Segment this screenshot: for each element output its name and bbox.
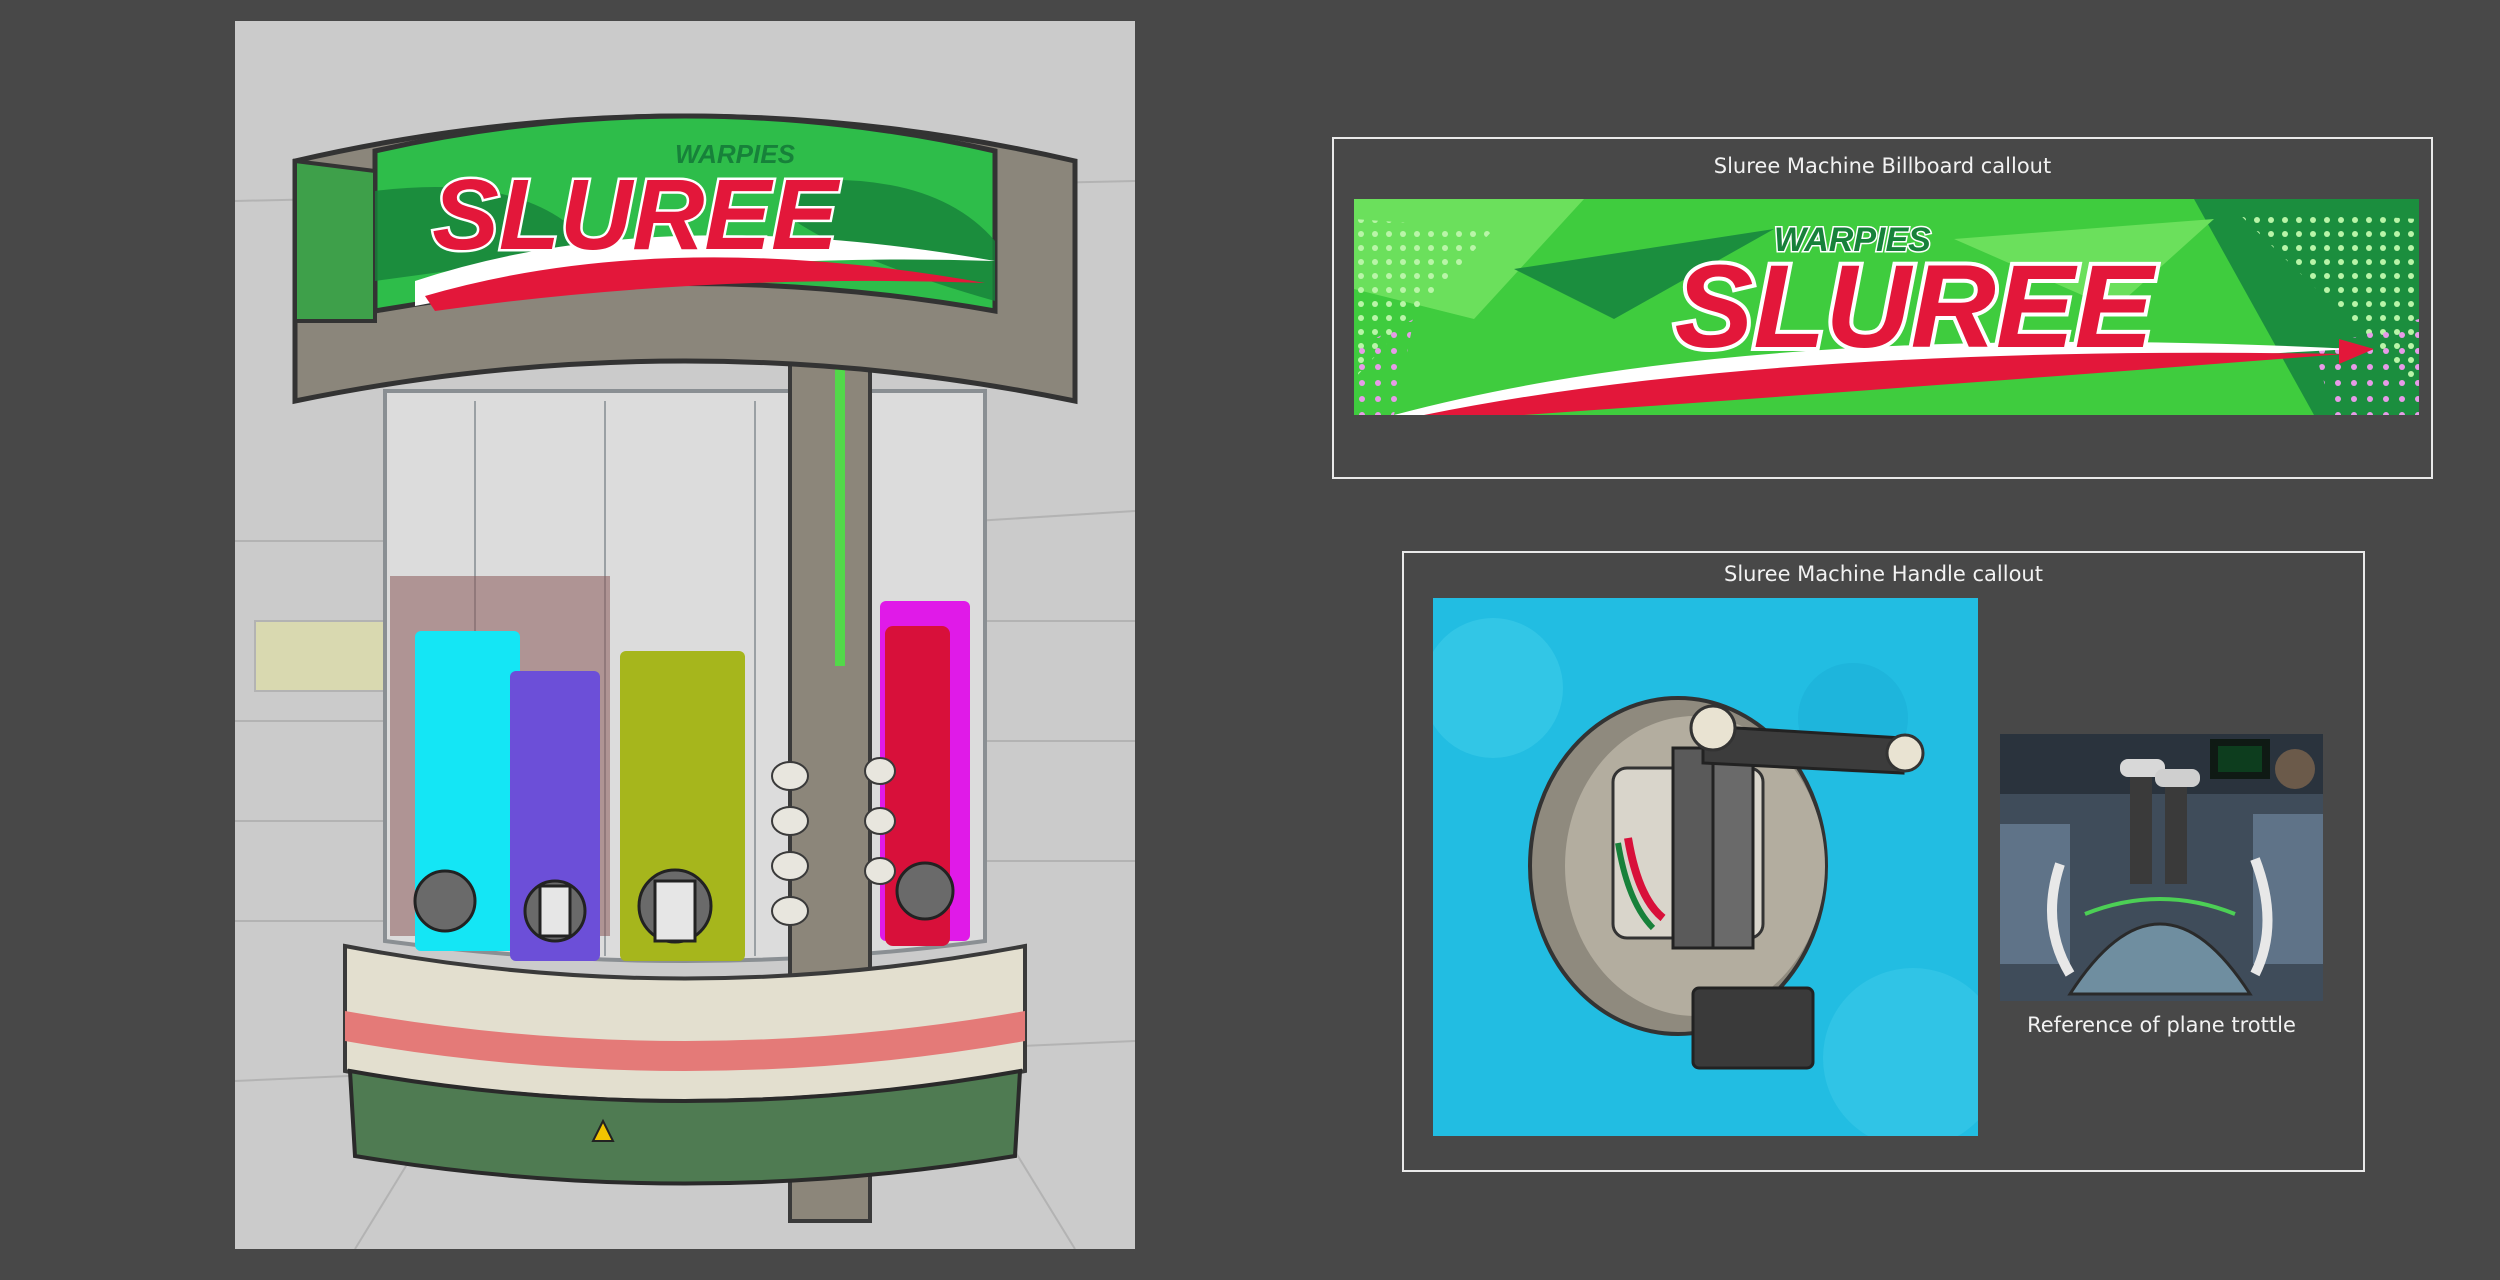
billboard-art: WARPIES SLUREE <box>1354 199 2419 415</box>
plane-throttle-reference-photo <box>2000 734 2323 1001</box>
machine-concept-illustration: WARPIES SLUREE <box>235 21 1135 1249</box>
machine-base <box>343 943 1027 1186</box>
top-billboard-ring: WARPIES SLUREE <box>292 113 1078 405</box>
reference-photo-caption: Reference of plane trottle <box>2027 1013 2296 1037</box>
billboard-callout-title: Sluree Machine Billboard callout <box>1713 154 2052 178</box>
illustration-main-logo: SLUREE <box>432 159 841 271</box>
billboard-main-logo: SLUREE <box>1675 241 2157 373</box>
handle-callout-title: Sluree Machine Handle callout <box>1724 562 2043 586</box>
handle-render-panel <box>1433 598 1978 1136</box>
